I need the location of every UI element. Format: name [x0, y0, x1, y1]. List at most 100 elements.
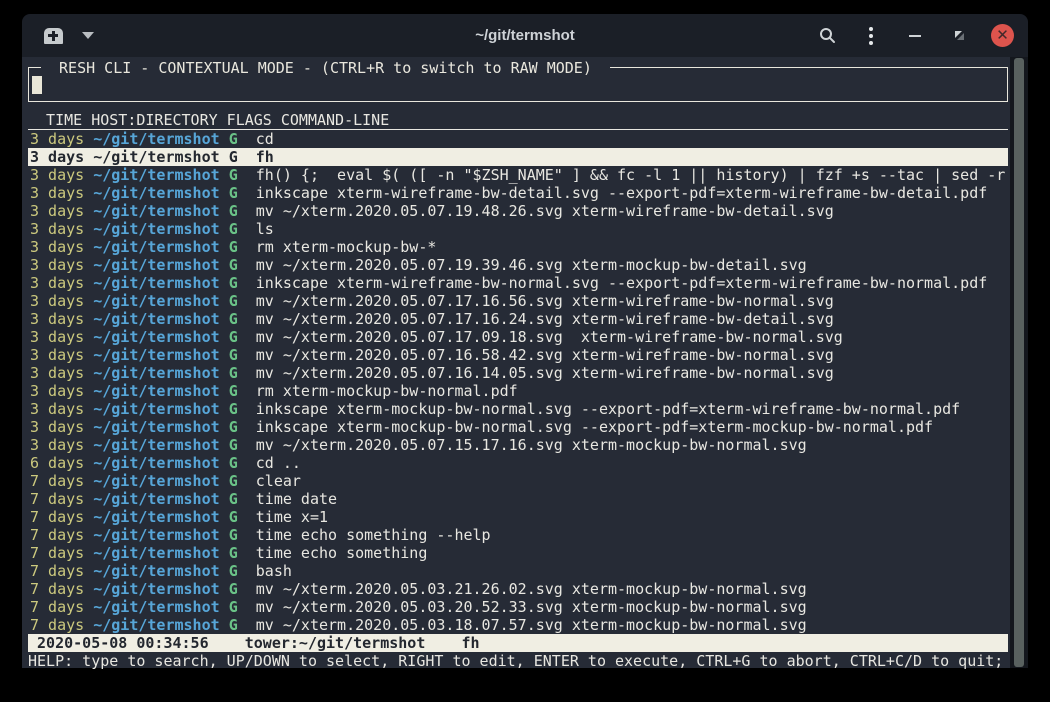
row-directory: ~/git/termshot: [93, 562, 219, 580]
close-button[interactable]: ✕: [991, 24, 1014, 47]
history-row[interactable]: 3 days ~/git/termshot G rm xterm-mockup-…: [28, 382, 1008, 400]
minimize-icon: [909, 35, 921, 37]
row-directory: ~/git/termshot: [93, 202, 219, 220]
scrollbar-thumb[interactable]: [1014, 58, 1024, 667]
search-input[interactable]: RESH CLI - CONTEXTUAL MODE - (CTRL+R to …: [28, 67, 1008, 102]
history-row[interactable]: 7 days ~/git/termshot G mv ~/xterm.2020.…: [28, 580, 1008, 598]
row-directory: ~/git/termshot: [93, 346, 219, 364]
row-directory: ~/git/termshot: [93, 130, 219, 148]
row-time: 3 days: [30, 382, 84, 400]
status-bar: 2020-05-08 00:34:56 tower:~/git/termshot…: [28, 634, 1008, 652]
history-row[interactable]: 3 days ~/git/termshot G mv ~/xterm.2020.…: [28, 364, 1008, 382]
row-directory: ~/git/termshot: [93, 400, 219, 418]
row-command: inkscape xterm-wireframe-bw-detail.svg -…: [256, 184, 988, 202]
history-row[interactable]: 3 days ~/git/termshot G mv ~/xterm.2020.…: [28, 292, 1008, 310]
row-command: mv ~/xterm.2020.05.07.16.58.42.svg xterm…: [256, 346, 834, 364]
history-row[interactable]: 7 days ~/git/termshot G mv ~/xterm.2020.…: [28, 616, 1008, 634]
terminal-content: RESH CLI - CONTEXTUAL MODE - (CTRL+R to …: [22, 57, 1028, 668]
restore-icon: [954, 30, 965, 41]
history-row[interactable]: 6 days ~/git/termshot G cd ..: [28, 454, 1008, 472]
search-icon: [819, 27, 836, 44]
row-directory: ~/git/termshot: [93, 472, 219, 490]
row-directory: ~/git/termshot: [93, 508, 219, 526]
tab-dropdown-button[interactable]: [76, 24, 100, 48]
history-row[interactable]: 3 days ~/git/termshot G mv ~/xterm.2020.…: [28, 202, 1008, 220]
row-flags: G: [229, 364, 238, 382]
row-flags: G: [229, 256, 238, 274]
row-command: mv ~/xterm.2020.05.07.19.39.46.svg xterm…: [256, 256, 807, 274]
row-directory: ~/git/termshot: [93, 580, 219, 598]
row-time: 3 days: [30, 220, 84, 238]
history-row[interactable]: 3 days ~/git/termshot G inkscape xterm-m…: [28, 400, 1008, 418]
row-directory: ~/git/termshot: [93, 490, 219, 508]
history-row[interactable]: 3 days ~/git/termshot G mv ~/xterm.2020.…: [28, 328, 1008, 346]
row-time: 3 days: [30, 274, 84, 292]
row-time: 3 days: [30, 364, 84, 382]
history-row[interactable]: 3 days ~/git/termshot G rm xterm-mockup-…: [28, 238, 1008, 256]
chevron-down-icon: [82, 32, 94, 39]
row-flags: G: [229, 184, 238, 202]
row-directory: ~/git/termshot: [93, 166, 219, 184]
history-row[interactable]: 3 days ~/git/termshot G ls: [28, 220, 1008, 238]
row-time: 3 days: [30, 328, 84, 346]
row-directory: ~/git/termshot: [93, 256, 219, 274]
history-row[interactable]: 3 days ~/git/termshot G mv ~/xterm.2020.…: [28, 436, 1008, 454]
row-command: fh: [256, 148, 274, 166]
restore-button[interactable]: [947, 24, 971, 48]
row-time: 3 days: [30, 238, 84, 256]
history-row[interactable]: 3 days ~/git/termshot G fh() {; eval $( …: [28, 166, 1008, 184]
row-time: 7 days: [30, 580, 84, 598]
kebab-menu-icon: [869, 27, 873, 45]
row-flags: G: [229, 328, 238, 346]
history-row[interactable]: 7 days ~/git/termshot G bash: [28, 562, 1008, 580]
history-row[interactable]: 3 days ~/git/termshot G inkscape xterm-w…: [28, 184, 1008, 202]
scrollbar-track: [1010, 57, 1028, 668]
history-row[interactable]: 3 days ~/git/termshot G inkscape xterm-w…: [28, 274, 1008, 292]
row-flags: G: [229, 436, 238, 454]
history-row[interactable]: 7 days ~/git/termshot G clear: [28, 472, 1008, 490]
row-directory: ~/git/termshot: [93, 544, 219, 562]
row-directory: ~/git/termshot: [93, 148, 219, 166]
menu-button[interactable]: [859, 24, 883, 48]
row-time: 3 days: [30, 166, 84, 184]
history-row[interactable]: 7 days ~/git/termshot G time echo someth…: [28, 526, 1008, 544]
row-command: time x=1: [256, 508, 328, 526]
row-directory: ~/git/termshot: [93, 292, 219, 310]
row-directory: ~/git/termshot: [93, 364, 219, 382]
titlebar: ~/git/termshot: [22, 14, 1028, 57]
history-row[interactable]: 3 days ~/git/termshot G cd: [28, 130, 1008, 148]
row-flags: G: [229, 310, 238, 328]
close-icon: ✕: [996, 28, 1009, 43]
row-directory: ~/git/termshot: [93, 526, 219, 544]
history-row[interactable]: 7 days ~/git/termshot G time x=1: [28, 508, 1008, 526]
history-row[interactable]: 7 days ~/git/termshot G time echo someth…: [28, 544, 1008, 562]
row-flags: G: [229, 166, 238, 184]
row-command: bash: [256, 562, 292, 580]
history-row[interactable]: 3 days ~/git/termshot G mv ~/xterm.2020.…: [28, 310, 1008, 328]
row-flags: G: [229, 400, 238, 418]
row-flags: G: [229, 274, 238, 292]
row-command: time echo something: [256, 544, 428, 562]
search-button[interactable]: [815, 24, 839, 48]
row-flags: G: [229, 562, 238, 580]
minimize-button[interactable]: [903, 24, 927, 48]
row-time: 3 days: [30, 202, 84, 220]
history-row[interactable]: 3 days ~/git/termshot G inkscape xterm-m…: [28, 418, 1008, 436]
row-time: 7 days: [30, 472, 84, 490]
text-cursor: [32, 76, 42, 94]
history-row[interactable]: 3 days ~/git/termshot G mv ~/xterm.2020.…: [28, 256, 1008, 274]
row-time: 7 days: [30, 526, 84, 544]
row-time: 3 days: [30, 256, 84, 274]
row-flags: G: [229, 292, 238, 310]
history-row[interactable]: 3 days ~/git/termshot G mv ~/xterm.2020.…: [28, 346, 1008, 364]
screenshot-root: ~/git/termshot: [0, 0, 1050, 702]
row-command: ls: [256, 220, 274, 238]
history-row[interactable]: 7 days ~/git/termshot G mv ~/xterm.2020.…: [28, 598, 1008, 616]
row-directory: ~/git/termshot: [93, 328, 219, 346]
row-time: 3 days: [30, 400, 84, 418]
history-row[interactable]: 3 days ~/git/termshot G fh: [28, 148, 1008, 166]
status-datetime: 2020-05-08 00:34:56: [37, 634, 209, 652]
history-row[interactable]: 7 days ~/git/termshot G time date: [28, 490, 1008, 508]
new-tab-button[interactable]: [40, 24, 66, 48]
row-command: cd ..: [256, 454, 301, 472]
